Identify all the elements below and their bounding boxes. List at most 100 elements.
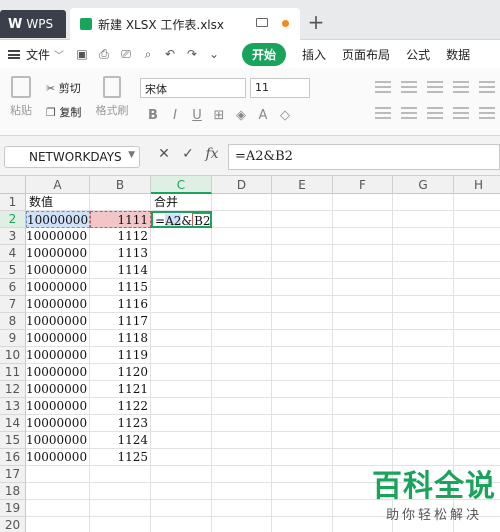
menu-item-data[interactable]: 数据 (446, 46, 470, 63)
cell-d9[interactable] (212, 330, 272, 347)
cell-a18[interactable] (26, 483, 90, 500)
cell-d17[interactable] (212, 466, 272, 483)
column-header-e[interactable]: E (272, 176, 333, 194)
row-header-16[interactable]: 16 (0, 449, 26, 466)
cell-e11[interactable] (272, 364, 333, 381)
cell-f5[interactable] (333, 262, 393, 279)
cell-h10[interactable] (454, 347, 500, 364)
cell-c5[interactable] (151, 262, 212, 279)
cell-c15[interactable] (151, 432, 212, 449)
cell-e4[interactable] (272, 245, 333, 262)
print-preview-icon[interactable]: ⌕ (140, 47, 156, 62)
cell-e17[interactable] (272, 466, 333, 483)
cell-d19[interactable] (212, 500, 272, 517)
cell-d20[interactable] (212, 517, 272, 532)
tab-wps-home[interactable]: W WPS (0, 10, 66, 38)
cell-c13[interactable] (151, 398, 212, 415)
cell-c6[interactable] (151, 279, 212, 296)
tab-document[interactable]: 新建 XLSX 工作表.xlsx (70, 8, 300, 40)
cell-d11[interactable] (212, 364, 272, 381)
cell-g6[interactable] (393, 279, 454, 296)
insert-function-button[interactable]: fx (202, 146, 222, 162)
font-size-select[interactable]: 11 (250, 78, 310, 98)
export-pdf-icon[interactable]: ⎙ (96, 47, 112, 62)
cell-g1[interactable] (393, 194, 454, 211)
column-header-h[interactable]: H (454, 176, 500, 194)
cell-a14[interactable]: 10000000 (26, 415, 90, 432)
menu-item-home[interactable]: 开始 (242, 42, 287, 66)
cell-g2[interactable] (393, 211, 454, 228)
cell-h12[interactable] (454, 381, 500, 398)
undo-icon[interactable]: ↶ (162, 47, 178, 61)
cell-b8[interactable]: 1117 (90, 313, 151, 330)
cell-a20[interactable] (26, 517, 90, 532)
cell-g10[interactable] (393, 347, 454, 364)
cell-a15[interactable]: 10000000 (26, 432, 90, 449)
cell-c2[interactable]: =A2& B2 (151, 211, 212, 228)
cell-b17[interactable] (90, 466, 151, 483)
cell-a2[interactable]: 10000000 (26, 211, 90, 228)
cell-f15[interactable] (333, 432, 393, 449)
cell-g8[interactable] (393, 313, 454, 330)
column-header-d[interactable]: D (212, 176, 272, 194)
confirm-formula-button[interactable]: ✓ (178, 146, 198, 162)
cell-f10[interactable] (333, 347, 393, 364)
column-header-c[interactable]: C (151, 176, 212, 194)
cell-e8[interactable] (272, 313, 333, 330)
row-header-18[interactable]: 18 (0, 483, 26, 500)
column-header-g[interactable]: G (393, 176, 454, 194)
row-header-2[interactable]: 2 (0, 211, 26, 228)
cell-d13[interactable] (212, 398, 272, 415)
column-header-f[interactable]: F (333, 176, 393, 194)
cell-b6[interactable]: 1115 (90, 279, 151, 296)
cell-f7[interactable] (333, 296, 393, 313)
cell-h7[interactable] (454, 296, 500, 313)
cell-g11[interactable] (393, 364, 454, 381)
row-header-8[interactable]: 8 (0, 313, 26, 330)
new-tab-button[interactable]: + (306, 10, 326, 34)
cell-h16[interactable] (454, 449, 500, 466)
cell-a13[interactable]: 10000000 (26, 398, 90, 415)
cell-h9[interactable] (454, 330, 500, 347)
cell-e18[interactable] (272, 483, 333, 500)
cell-d12[interactable] (212, 381, 272, 398)
cell-f16[interactable] (333, 449, 393, 466)
row-header-6[interactable]: 6 (0, 279, 26, 296)
row-header-11[interactable]: 11 (0, 364, 26, 381)
redo-icon[interactable]: ↷ (184, 47, 200, 61)
cell-b1[interactable] (90, 194, 151, 211)
cell-e19[interactable] (272, 500, 333, 517)
cell-a16[interactable]: 10000000 (26, 449, 90, 466)
cell-f2[interactable] (333, 211, 393, 228)
cell-c8[interactable] (151, 313, 212, 330)
cell-b3[interactable]: 1112 (90, 228, 151, 245)
cell-a4[interactable]: 10000000 (26, 245, 90, 262)
cell-b16[interactable]: 1125 (90, 449, 151, 466)
cell-c12[interactable] (151, 381, 212, 398)
cell-h14[interactable] (454, 415, 500, 432)
cell-a3[interactable]: 10000000 (26, 228, 90, 245)
cell-f11[interactable] (333, 364, 393, 381)
cell-g4[interactable] (393, 245, 454, 262)
cell-c4[interactable] (151, 245, 212, 262)
cell-b2[interactable]: 1111 (90, 211, 151, 228)
cell-b4[interactable]: 1113 (90, 245, 151, 262)
chevron-down-icon[interactable]: ▼ (128, 150, 135, 160)
save-icon[interactable]: ▣ (74, 47, 90, 61)
cell-c16[interactable] (151, 449, 212, 466)
paste-button[interactable]: 粘贴 (6, 76, 36, 118)
cell-a5[interactable]: 10000000 (26, 262, 90, 279)
align-left-icon[interactable] (375, 104, 391, 122)
cell-f1[interactable] (333, 194, 393, 211)
cell-e10[interactable] (272, 347, 333, 364)
cell-d14[interactable] (212, 415, 272, 432)
cell-g9[interactable] (393, 330, 454, 347)
italic-icon[interactable]: I (164, 108, 186, 123)
cell-b20[interactable] (90, 517, 151, 532)
cell-g5[interactable] (393, 262, 454, 279)
cell-b19[interactable] (90, 500, 151, 517)
cell-b9[interactable]: 1118 (90, 330, 151, 347)
row-header-7[interactable]: 7 (0, 296, 26, 313)
cell-e7[interactable] (272, 296, 333, 313)
align-bottom-icon[interactable] (427, 78, 443, 96)
